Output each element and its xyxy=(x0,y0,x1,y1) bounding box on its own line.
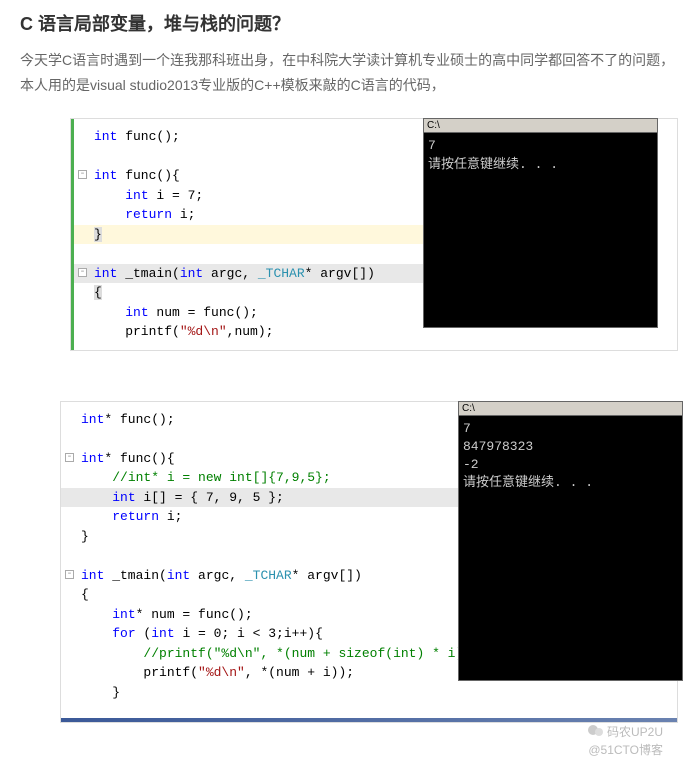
page-title: C 语言局部变量，堆与栈的问题？ xyxy=(20,10,678,36)
code-line: } xyxy=(74,225,451,245)
code-editor-1: int func(); -int func(){ int i = 7; retu… xyxy=(71,119,451,350)
console-output-1: C:\ 7 请按任意键继续. . . xyxy=(423,118,658,328)
code-line: { xyxy=(74,283,451,303)
code-line: } xyxy=(61,683,677,703)
collapse-icon[interactable]: - xyxy=(65,570,74,579)
console-output-2: C:\ 7 847978323 -2 请按任意键继续. . . xyxy=(458,401,683,681)
description-text: 今天学C语言时遇到一个连我那科班出身，在中科院大学读计算机专业硕士的高中同学都回… xyxy=(20,48,678,98)
code-line xyxy=(74,147,451,167)
collapse-icon[interactable]: - xyxy=(78,170,87,179)
collapse-icon[interactable]: - xyxy=(78,268,87,277)
code-line: -int func(){ xyxy=(74,166,451,186)
code-line: int i = 7; xyxy=(74,186,451,206)
bottom-border xyxy=(61,718,677,722)
code-line: printf("%d\n",num); xyxy=(74,322,451,342)
collapse-icon[interactable]: - xyxy=(65,453,74,462)
code-example-2: int* func(); -int* func(){ //int* i = ne… xyxy=(20,401,678,724)
console-line: 7 xyxy=(463,420,678,438)
console-line: 请按任意键继续. . . xyxy=(463,474,678,492)
console-line: 7 xyxy=(428,137,653,155)
code-line: int func(); xyxy=(74,127,451,147)
watermark: 码农UP2U @51CTO博客 xyxy=(588,723,663,758)
code-line: int num = func(); xyxy=(74,303,451,323)
watermark-name: 码农UP2U xyxy=(607,725,663,739)
watermark-site: @51CTO博客 xyxy=(588,743,663,757)
console-titlebar: C:\ xyxy=(459,402,682,416)
code-line: return i; xyxy=(74,205,451,225)
console-line: -2 xyxy=(463,456,678,474)
console-line: 请按任意键继续. . . xyxy=(428,156,653,174)
console-titlebar: C:\ xyxy=(424,119,657,133)
code-line xyxy=(74,244,451,264)
code-line: -int _tmain(int argc, _TCHAR* argv[]) xyxy=(74,264,451,284)
code-example-1: int func(); -int func(){ int i = 7; retu… xyxy=(20,118,678,351)
wechat-icon xyxy=(588,724,604,741)
console-line: 847978323 xyxy=(463,438,678,456)
